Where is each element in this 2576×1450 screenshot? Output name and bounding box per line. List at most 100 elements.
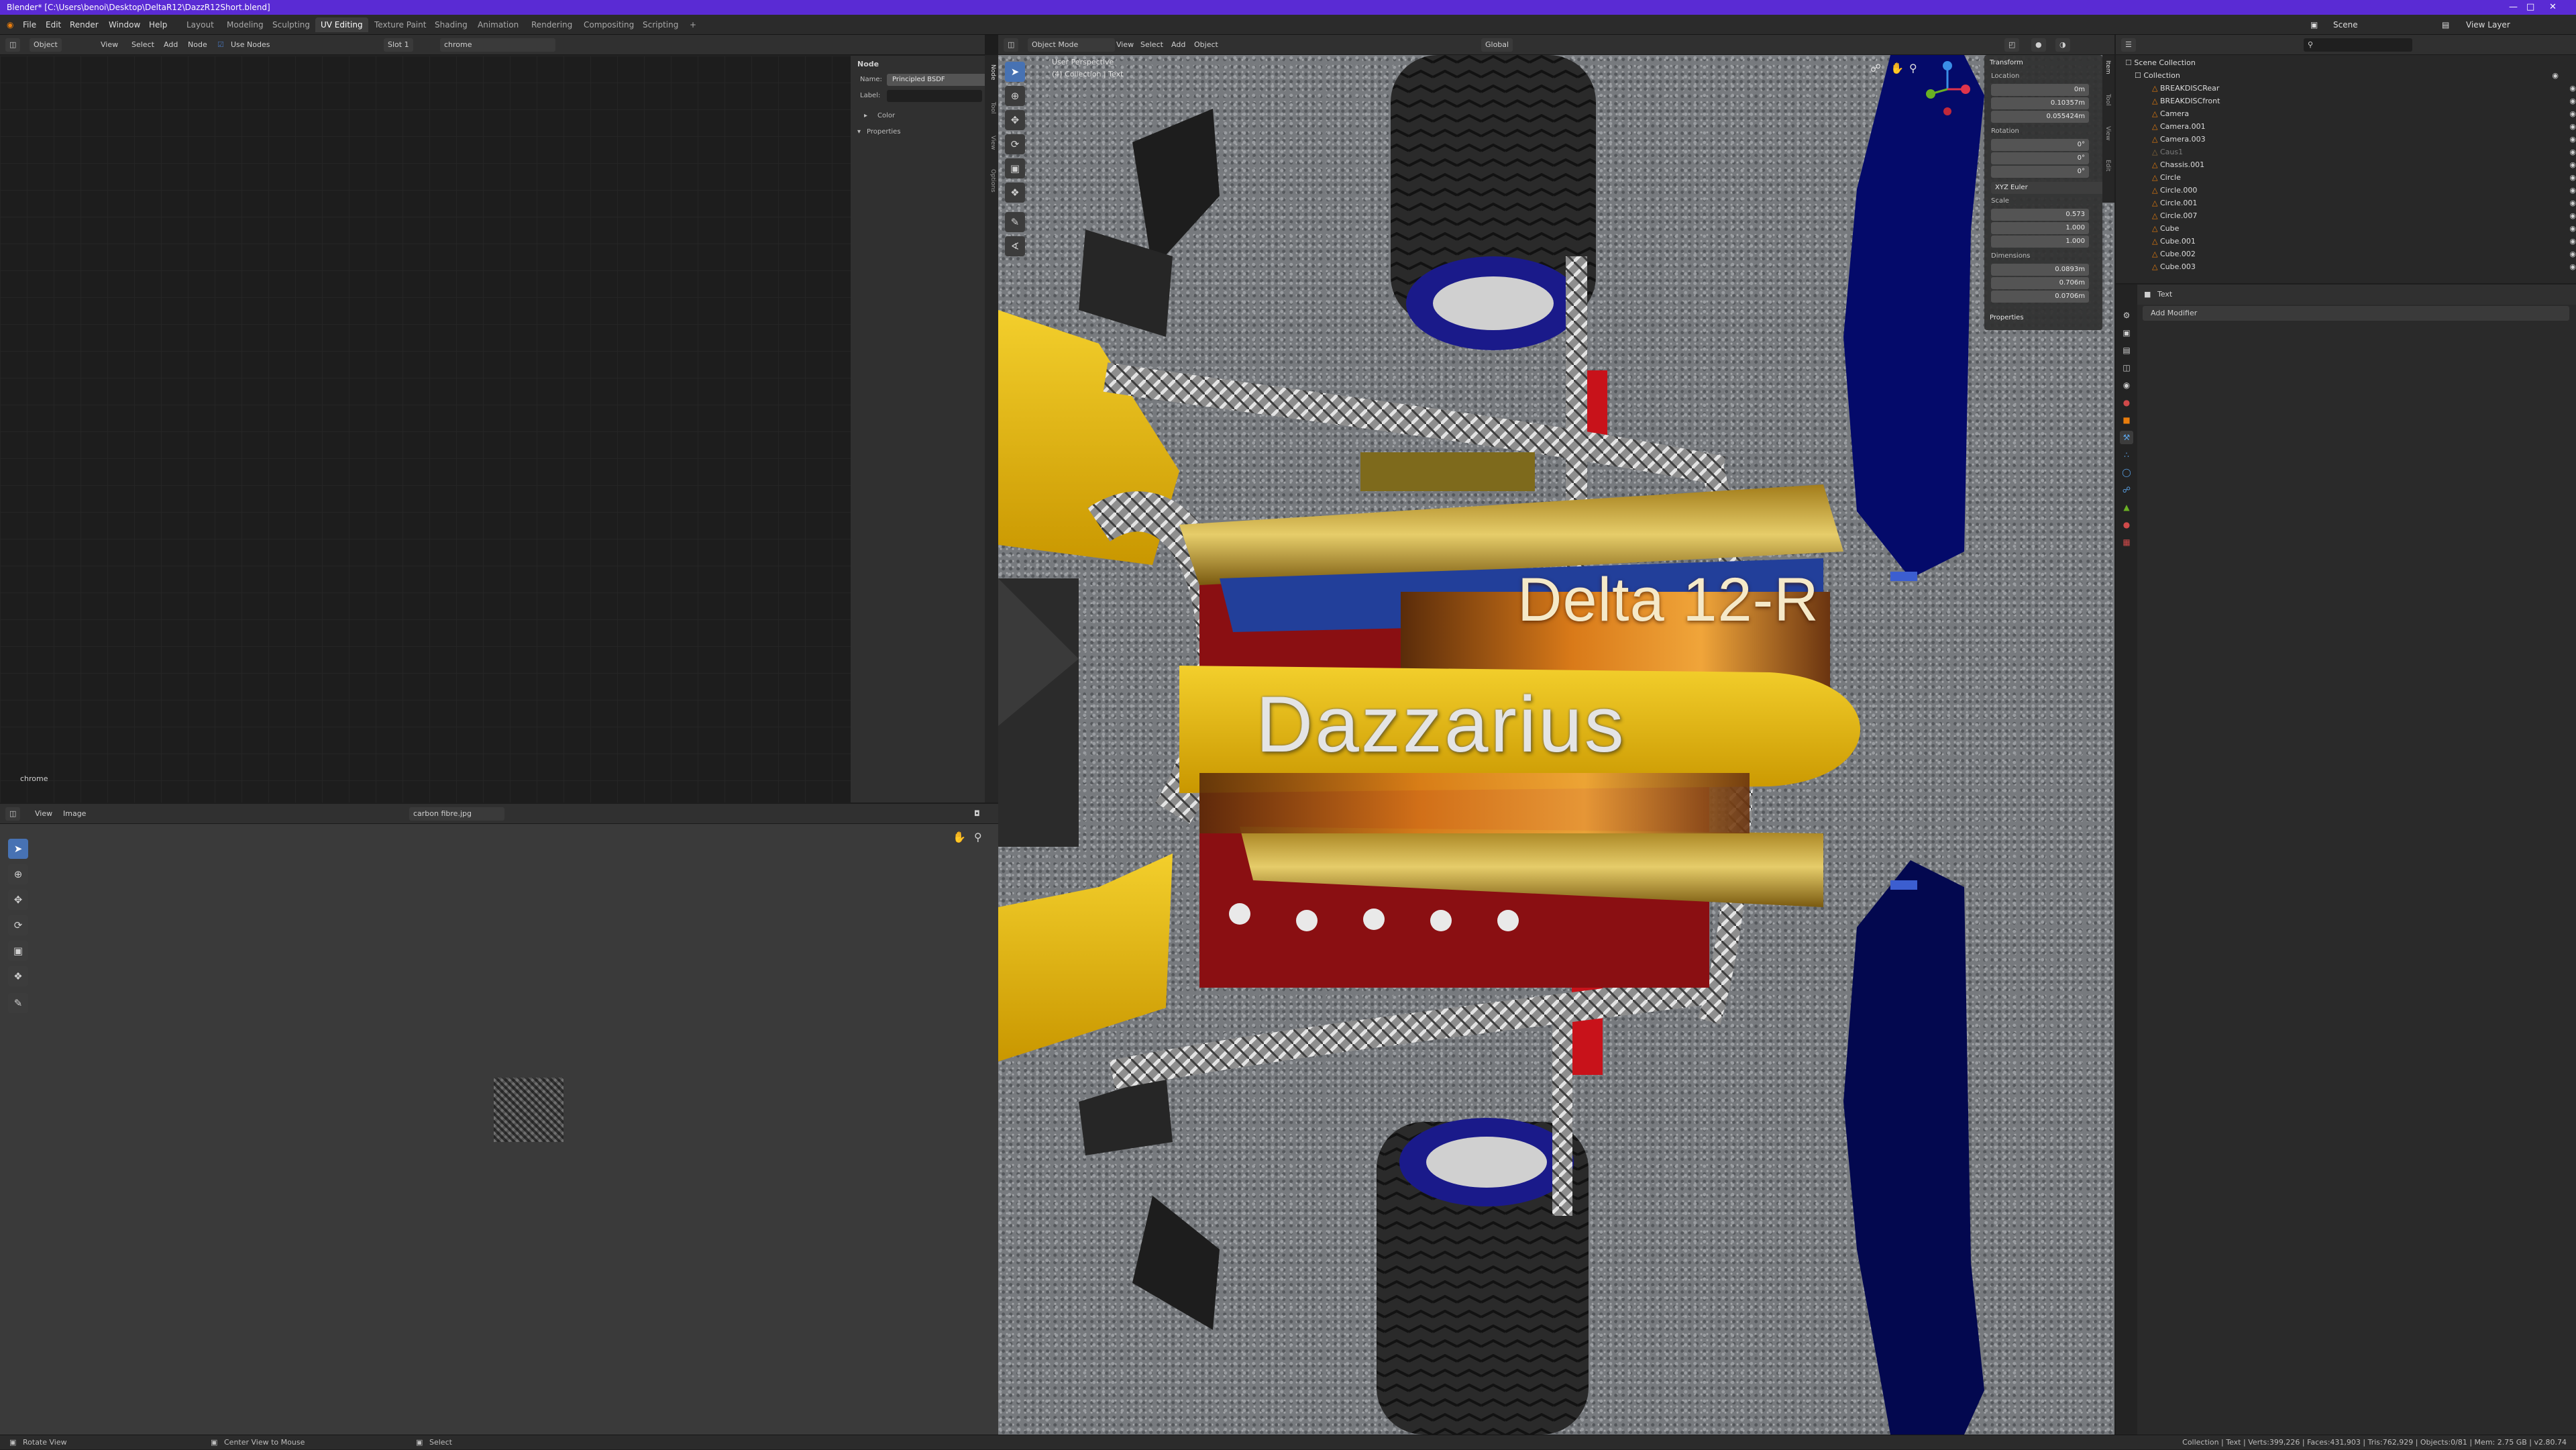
overlays-icon[interactable]: ◰ (2004, 38, 2020, 52)
node-label-field[interactable] (887, 90, 982, 102)
collection-row[interactable]: ☐ Collection ◉ (2116, 69, 2564, 82)
vp-cursor-tool-icon[interactable]: ⊕ (1005, 86, 1025, 106)
vp-pan-icon[interactable]: ✋ (1890, 62, 1904, 74)
tab-layout[interactable]: Layout (181, 17, 219, 32)
dim-z-field[interactable]: 0.0706m (1991, 291, 2089, 303)
rot-z-field[interactable]: 0° (1991, 166, 2089, 178)
scale-x-field[interactable]: 0.573 (1991, 209, 2089, 221)
visibility-icon[interactable]: ◉ (2569, 222, 2576, 235)
orientation-dropdown[interactable]: Global (1481, 38, 1513, 52)
cursor-tool-icon[interactable]: ⊕ (8, 864, 28, 884)
dim-y-field[interactable]: 0.706m (1991, 277, 2089, 289)
shading-solid-icon[interactable]: ● (2031, 38, 2046, 52)
properties-section-chevron-icon[interactable]: ▾ (857, 128, 861, 136)
scale-z-field[interactable]: 1.000 (1991, 236, 2089, 248)
node-menu-select[interactable]: Select (131, 38, 154, 52)
transform-section[interactable]: Transform (1990, 59, 2023, 66)
editor-type-icon[interactable]: ◫ (5, 38, 21, 52)
vp-zoom-icon[interactable]: ⚲ (1909, 62, 1917, 74)
output-tab-icon[interactable]: ▤ (2120, 344, 2133, 357)
properties-section[interactable]: Properties (867, 128, 901, 136)
texture-tab-icon[interactable]: ▦ (2120, 535, 2133, 549)
tab-vp-tool[interactable]: Tool (2104, 94, 2111, 105)
menu-edit[interactable]: Edit (46, 15, 61, 35)
tab-compositing[interactable]: Compositing (578, 17, 639, 32)
blender-logo-icon[interactable]: ◉ (7, 15, 13, 35)
rot-x-field[interactable]: 0° (1991, 139, 2089, 151)
material-tab-icon[interactable]: ● (2120, 518, 2133, 531)
rotation-mode-dropdown[interactable]: XYZ Euler (1991, 182, 2104, 194)
maximize-icon[interactable]: □ (2526, 0, 2534, 15)
tab-texture-paint[interactable]: Texture Paint (369, 17, 431, 32)
image-editor[interactable]: ◫ View Image carbon fibre.jpg ◘ ➤ ⊕ ✥ ⟳ … (0, 804, 998, 1435)
visibility-icon[interactable]: ◉ (2569, 82, 2576, 95)
color-section[interactable]: Color (877, 112, 895, 119)
outliner-item[interactable]: △ Circle.007 ◉ (2116, 209, 2576, 222)
outliner[interactable]: ☰ ⚲ ☐ Scene Collection ☐ Collection ◉ △ … (2116, 35, 2576, 283)
vp-transform-tool-icon[interactable]: ❖ (1005, 183, 1025, 203)
render-tab-icon[interactable]: ▣ (2120, 326, 2133, 340)
outliner-item[interactable]: △ Camera.003 ◉ (2116, 133, 2576, 146)
n-panel-properties-section[interactable]: Properties (1990, 314, 2024, 321)
menu-file[interactable]: File (23, 15, 36, 35)
data-tab-icon[interactable]: ▲ (2120, 501, 2133, 514)
viewport-menu-view[interactable]: View (1116, 38, 1134, 52)
close-icon[interactable]: ✕ (2549, 0, 2557, 15)
pin-icon[interactable]: ◘ (974, 807, 980, 821)
visibility-icon[interactable]: ◉ (2569, 171, 2576, 184)
menu-help[interactable]: Help (149, 15, 167, 35)
tab-sculpting[interactable]: Sculpting (267, 17, 315, 32)
scale-y-field[interactable]: 1.000 (1991, 222, 2089, 234)
use-nodes-checkbox[interactable]: ☑ (217, 38, 224, 52)
object-tab-icon[interactable]: ■ (2120, 413, 2133, 427)
visibility-icon[interactable]: ◉ (2569, 107, 2576, 120)
tab-modeling[interactable]: Modeling (221, 17, 269, 32)
outliner-item[interactable]: △ Chassis.001 ◉ (2116, 158, 2576, 171)
visibility-icon[interactable]: ◉ (2569, 158, 2576, 171)
scene-selector[interactable]: Scene (2333, 15, 2358, 35)
visibility-icon[interactable]: ◉ (2569, 95, 2576, 107)
tab-tool[interactable]: Tool (987, 102, 996, 113)
select-tool-icon[interactable]: ➤ (8, 839, 28, 859)
vp-scale-tool-icon[interactable]: ▣ (1005, 158, 1025, 178)
outliner-item[interactable]: △ BREAKDISCfront ◉ (2116, 95, 2576, 107)
tab-shading[interactable]: Shading (429, 17, 473, 32)
loc-z-field[interactable]: 0.055424m (1991, 111, 2089, 123)
collection-visibility-icon[interactable]: ◉ (2552, 69, 2559, 82)
particles-tab-icon[interactable]: ∴ (2120, 448, 2133, 462)
viewport-menu-object[interactable]: Object (1194, 38, 1218, 52)
image-editor-type-icon[interactable]: ◫ (5, 807, 21, 821)
shading-rendered-icon[interactable]: ◑ (2055, 38, 2070, 52)
tab-rendering[interactable]: Rendering (526, 17, 578, 32)
scale-tool-icon[interactable]: ▣ (8, 941, 28, 961)
add-workspace-icon[interactable]: + (684, 17, 702, 32)
camera-view-icon[interactable]: ☍ (1870, 62, 1881, 74)
rotate-tool-icon[interactable]: ⟳ (8, 915, 28, 935)
outliner-type-icon[interactable]: ☰ (2121, 38, 2136, 52)
tab-animation[interactable]: Animation (472, 17, 524, 32)
constraints-tab-icon[interactable]: ☍ (2120, 483, 2133, 497)
physics-tab-icon[interactable]: ◯ (2120, 466, 2133, 479)
viewport-type-icon[interactable]: ◫ (1004, 38, 1019, 52)
slot-dropdown[interactable]: Slot 1 (384, 38, 413, 52)
outliner-search-icon[interactable]: ⚲ (2304, 38, 2412, 52)
rot-y-field[interactable]: 0° (1991, 152, 2089, 164)
image-menu-view[interactable]: View (35, 807, 52, 821)
vp-measure-tool-icon[interactable]: ∢ (1005, 236, 1025, 256)
world-tab-icon[interactable]: ● (2120, 396, 2133, 409)
outliner-item[interactable]: △ Circle ◉ (2116, 171, 2576, 184)
transform-tool-icon[interactable]: ❖ (8, 966, 28, 986)
image-menu-image[interactable]: Image (63, 807, 86, 821)
loc-y-field[interactable]: 0.10357m (1991, 97, 2089, 109)
vp-rotate-tool-icon[interactable]: ⟳ (1005, 134, 1025, 154)
viewport-menu-select[interactable]: Select (1140, 38, 1163, 52)
dim-x-field[interactable]: 0.0893m (1991, 264, 2089, 276)
visibility-icon[interactable]: ◉ (2569, 184, 2576, 197)
tab-vp-view[interactable]: View (2104, 126, 2111, 140)
node-menu-node[interactable]: Node (188, 38, 207, 52)
modifier-tab-icon[interactable]: ⚒ (2120, 431, 2133, 444)
tab-scripting[interactable]: Scripting (637, 17, 684, 32)
node-name-field[interactable]: Principled BSDF (887, 74, 987, 86)
vp-annotate-tool-icon[interactable]: ✎ (1005, 212, 1025, 232)
add-modifier-dropdown[interactable]: Add Modifier (2143, 306, 2569, 321)
